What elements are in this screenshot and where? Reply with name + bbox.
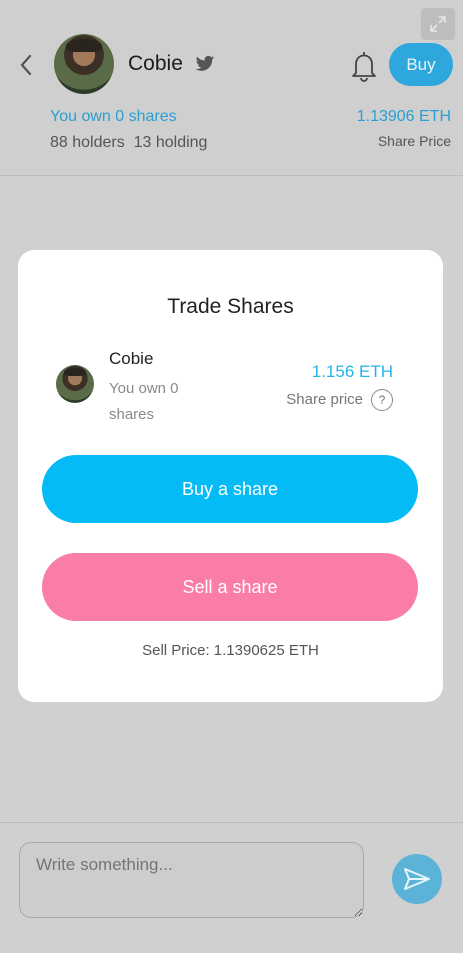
sell-price-text: Sell Price: 1.1390625 ETH — [142, 642, 319, 659]
share-price-label: Share price — [286, 391, 363, 408]
footer-divider — [0, 822, 463, 823]
avatar[interactable] — [54, 34, 114, 94]
avatar — [56, 365, 94, 403]
trader-name: Cobie — [109, 349, 154, 368]
expand-icon — [430, 16, 446, 32]
back-chevron-icon — [20, 54, 32, 76]
help-icon[interactable]: ? — [371, 389, 393, 411]
profile-header: Cobie Buy You own 0 shares 88 holders 13… — [0, 0, 463, 176]
buy-button[interactable]: Buy — [389, 43, 453, 86]
send-icon — [404, 868, 430, 890]
expand-button[interactable] — [421, 8, 455, 40]
send-button[interactable] — [392, 854, 442, 904]
share-price-value: 1.13906 ETH — [356, 108, 451, 125]
share-price-value: 1.156 ETH — [311, 362, 393, 381]
bell-icon[interactable] — [350, 49, 378, 83]
owned-shares-text: You own 0 shares — [109, 380, 179, 423]
trade-shares-dialog: Trade Shares Cobie You own 0 shares 1.15… — [18, 250, 443, 702]
message-input[interactable] — [19, 842, 364, 918]
twitter-icon[interactable] — [195, 55, 215, 73]
share-price-label: Share Price — [377, 133, 451, 149]
own-shares-text: You own 0 shares — [50, 108, 177, 125]
buy-share-button[interactable]: Buy a share — [42, 455, 418, 523]
dialog-title: Trade Shares — [167, 295, 294, 318]
profile-name: Cobie — [128, 52, 183, 75]
sell-share-button[interactable]: Sell a share — [42, 553, 418, 621]
holders-count[interactable]: 88 holders 13 holding — [50, 134, 207, 152]
back-button[interactable] — [14, 50, 38, 80]
